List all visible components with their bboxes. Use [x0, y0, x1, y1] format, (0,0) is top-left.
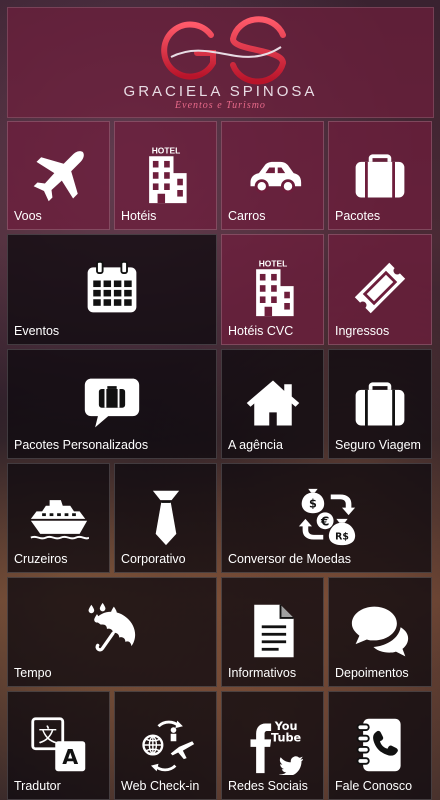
tile-label: Web Check-in [121, 779, 200, 793]
tile-cruzeiros[interactable]: Cruzeiros [7, 463, 110, 573]
tile-label: Informativos [228, 666, 297, 680]
umbrella-rain-icon [88, 602, 136, 652]
tile-label: Redes Sociais [228, 779, 308, 793]
tile-label: Corporativo [121, 552, 186, 566]
necktie-icon [152, 490, 179, 546]
suitcase-speech-icon [84, 378, 140, 428]
ticket-icon [354, 262, 406, 314]
tile-fale-conosco[interactable]: Fale Conosco [328, 691, 432, 800]
tile-label: Depoimentos [335, 666, 409, 680]
translate-icon: 文 A [30, 717, 85, 772]
tile-pacotes[interactable]: Pacotes [328, 121, 432, 230]
address-book-icon [356, 718, 401, 772]
document-icon [253, 604, 294, 658]
tile-pacotes-personalizados[interactable]: Pacotes Personalizados [7, 349, 217, 459]
tile-label: Hotéis CVC [228, 324, 294, 338]
svg-text:Tube: Tube [271, 731, 302, 744]
tile-label: Pacotes [335, 209, 381, 223]
tile-label: Cruzeiros [14, 552, 68, 566]
svg-text:€: € [319, 514, 328, 528]
tile-voos[interactable]: Voos [7, 121, 110, 230]
logo-icon [160, 15, 286, 84]
tile-label: Tradutor [14, 779, 61, 793]
web-checkin-icon [141, 720, 194, 772]
brand-name: GRACIELA SPINOSA [123, 82, 318, 100]
hotel-icon: HOTEL [255, 258, 294, 317]
svg-text:HOTEL: HOTEL [151, 145, 180, 155]
chat-bubbles-icon [351, 606, 409, 657]
tile-label: Fale Conosco [335, 779, 413, 793]
suitcase-icon [355, 154, 405, 198]
svg-text:A: A [62, 745, 78, 769]
tile-web-check-in[interactable]: Web Check-in [114, 691, 217, 800]
tile-tempo[interactable]: Tempo [7, 577, 217, 687]
home-icon [246, 380, 299, 426]
airplane-icon [33, 151, 84, 202]
tile-label: Eventos [14, 324, 60, 338]
tile-label: Pacotes Personalizados [14, 438, 149, 452]
svg-text:文: 文 [38, 724, 57, 746]
calendar-icon [87, 260, 137, 313]
tile-tradutor[interactable]: 文 A Tradutor [7, 691, 110, 800]
tile-carros[interactable]: Carros [221, 121, 324, 230]
svg-text:$: $ [309, 498, 317, 511]
tile-redes-sociais[interactable]: You Tube Redes Sociais [221, 691, 324, 800]
tile-corporativo[interactable]: Corporativo [114, 463, 217, 573]
social-media-icon: You Tube [250, 720, 303, 775]
tile-label: A agência [228, 438, 283, 452]
tile-hoteis[interactable]: HOTEL Hotéis [114, 121, 217, 230]
svg-text:R$: R$ [335, 532, 349, 543]
tile-a-agencia[interactable]: A agência [221, 349, 324, 459]
tile-label: Voos [14, 209, 42, 223]
tile-informativos[interactable]: Informativos [221, 577, 324, 687]
hotel-icon: HOTEL [148, 145, 187, 204]
app-header: GRACIELA SPINOSA Eventos e Turismo [7, 7, 434, 118]
tile-label: Seguro Viagem [335, 438, 421, 452]
tile-depoimentos[interactable]: Depoimentos [328, 577, 432, 687]
tile-label: Ingressos [335, 324, 390, 338]
tile-eventos[interactable]: Eventos [7, 234, 217, 345]
tile-label: Hotéis [121, 209, 157, 223]
tile-label: Carros [228, 209, 266, 223]
suitcase-icon [355, 382, 405, 426]
tile-hoteis-cvc[interactable]: HOTEL Hotéis CVC [221, 234, 324, 345]
car-icon [250, 161, 301, 194]
svg-text:HOTEL: HOTEL [258, 258, 287, 268]
currency-exchange-icon: $ € R$ [298, 488, 355, 546]
tile-label: Conversor de Moedas [228, 552, 351, 566]
tile-conversor-de-moedas[interactable]: $ € R$ Conversor de Moedas [221, 463, 432, 573]
brand-subtitle: Eventos e Turismo [175, 99, 266, 111]
tile-seguro-viagem[interactable]: Seguro Viagem [328, 349, 432, 459]
tile-ingressos[interactable]: Ingressos [328, 234, 432, 345]
tile-label: Tempo [14, 666, 52, 680]
cruise-ship-icon [29, 500, 89, 540]
